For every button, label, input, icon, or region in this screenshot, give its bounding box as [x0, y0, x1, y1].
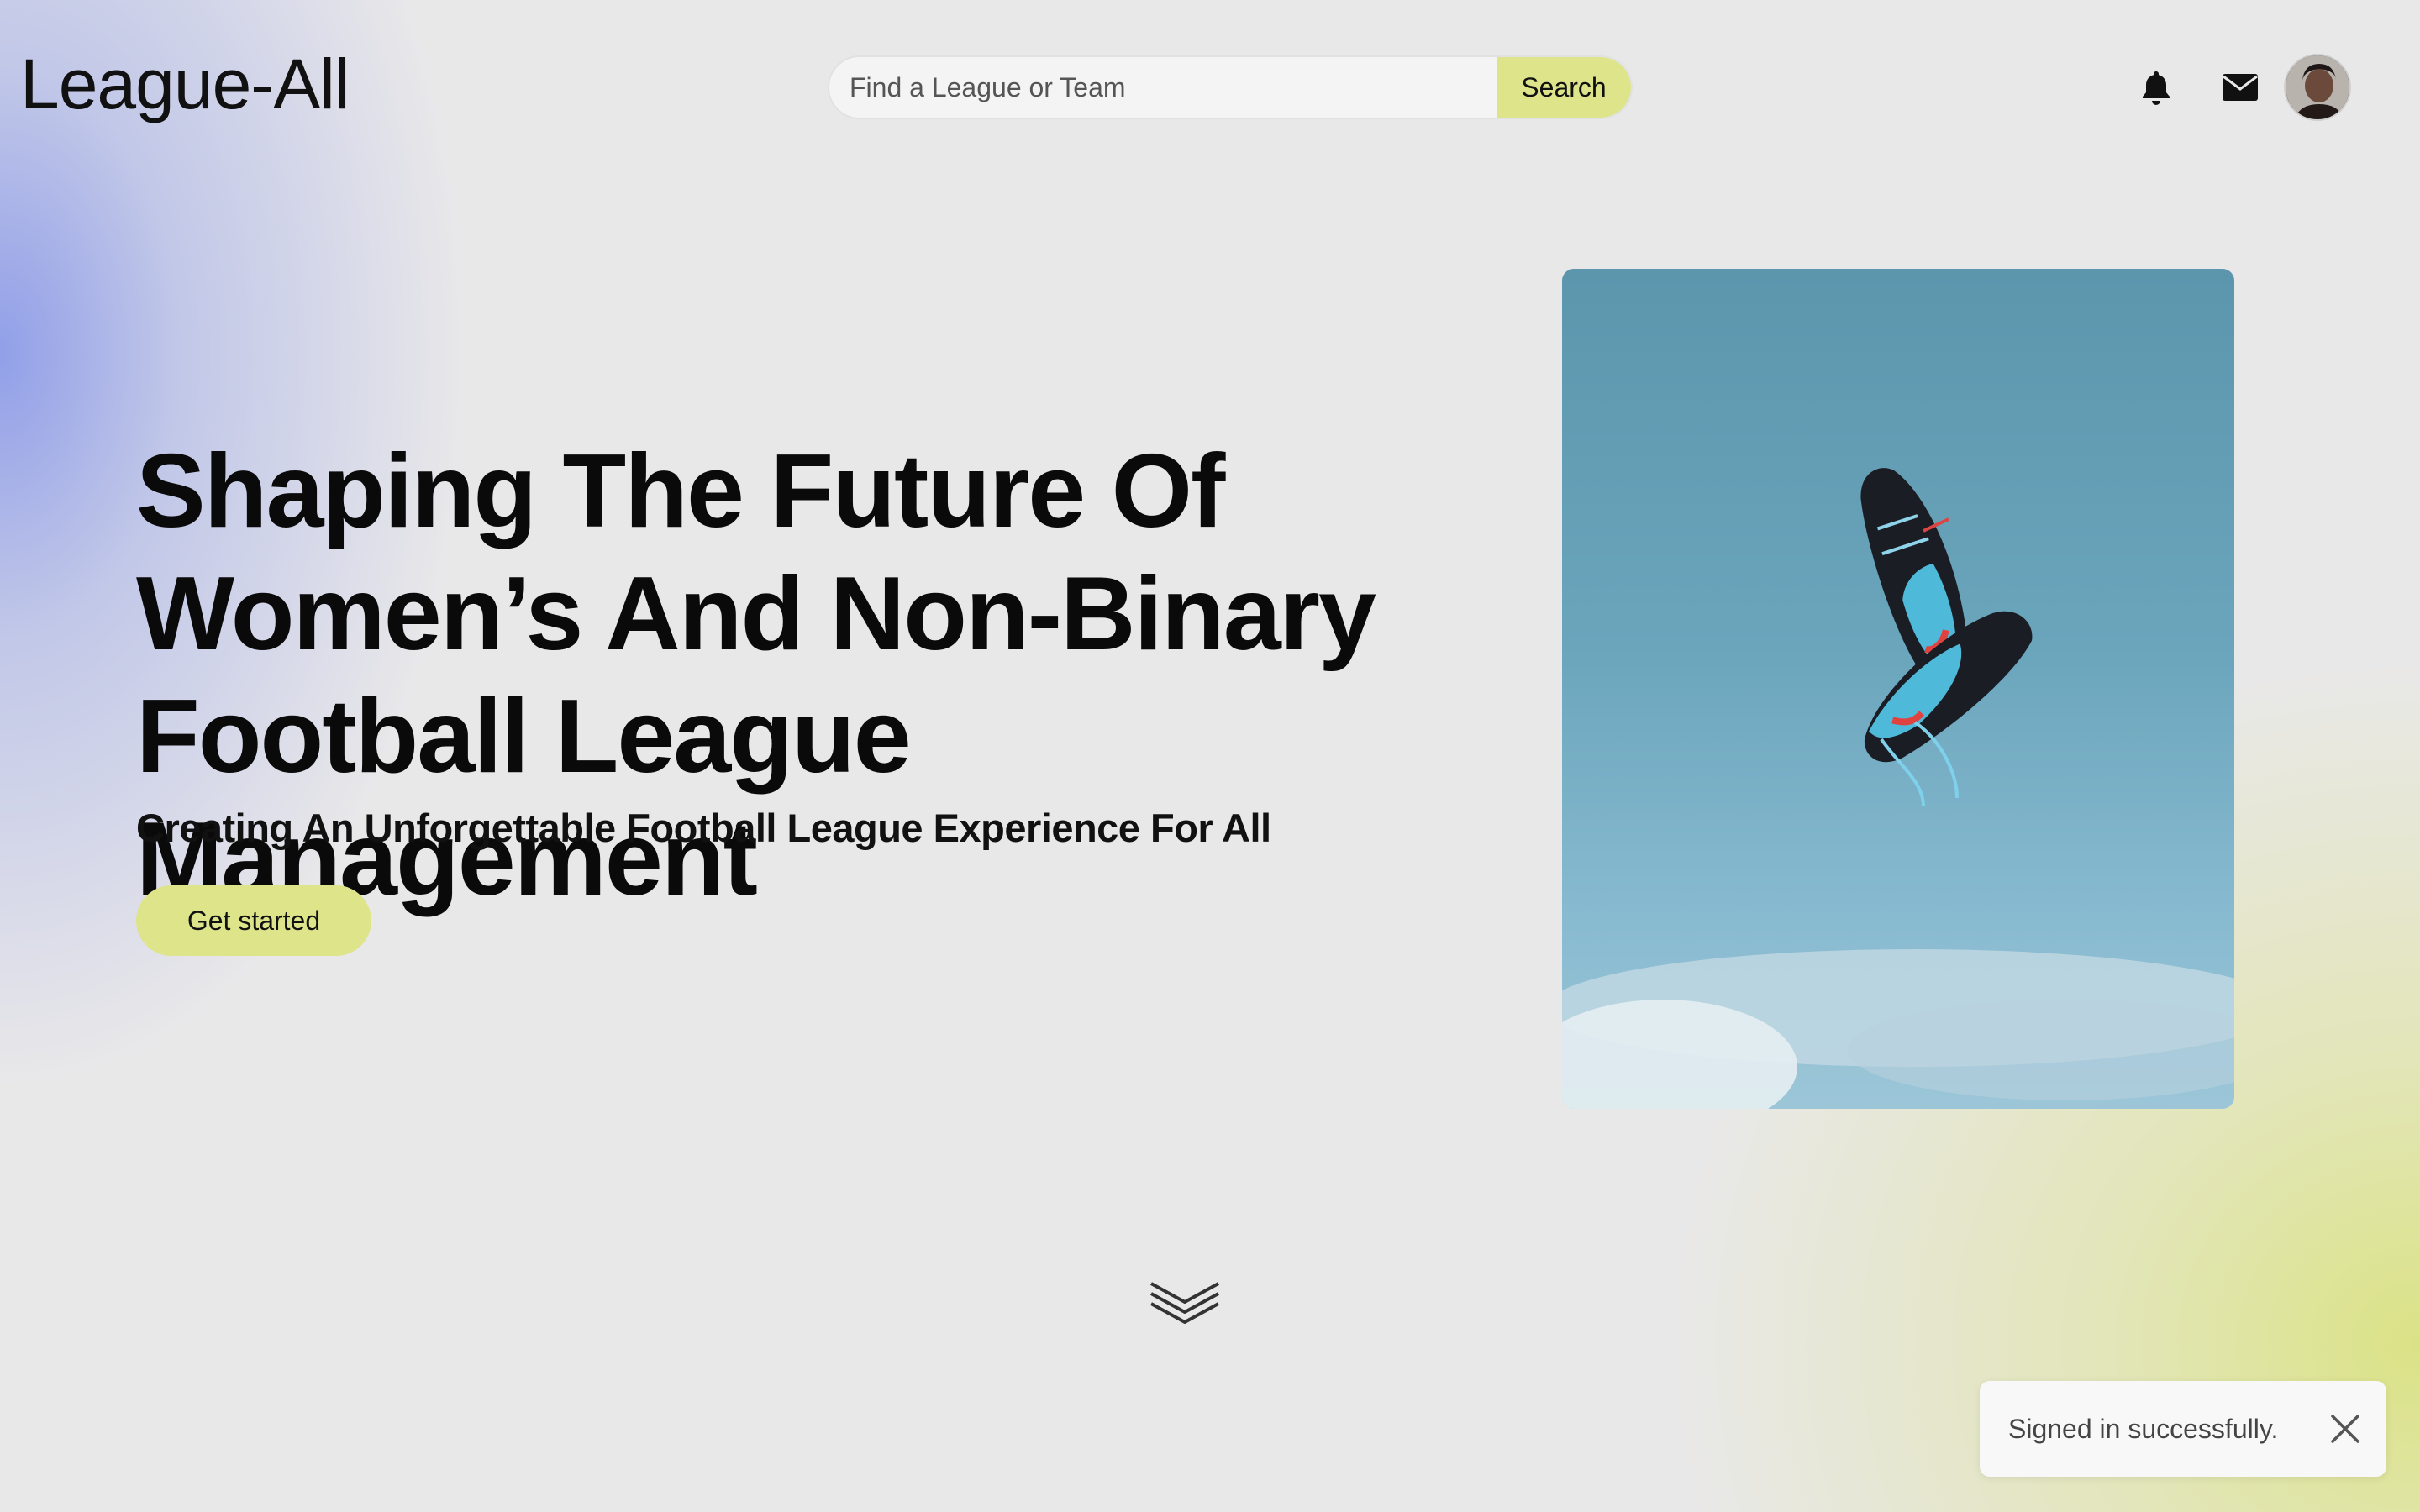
get-started-button[interactable]: Get started	[136, 885, 371, 956]
bell-icon[interactable]	[2134, 66, 2178, 109]
search-button[interactable]: Search	[1497, 57, 1631, 118]
close-icon[interactable]	[2329, 1413, 2361, 1445]
search-bar: Search	[828, 55, 1633, 119]
avatar[interactable]	[2284, 54, 2351, 121]
hero-title-line: Shaping The Future Of	[136, 433, 1225, 549]
logo[interactable]: League-All	[20, 44, 350, 125]
hero-image-football-boots	[1562, 269, 2234, 1109]
hero-title-line: Football League Management	[136, 679, 912, 917]
search-input[interactable]	[829, 57, 1497, 118]
double-chevron-down-icon[interactable]	[1148, 1277, 1222, 1331]
mail-icon[interactable]	[2218, 66, 2262, 109]
hero-subtitle: Creating An Unforgettable Football Leagu…	[136, 806, 1271, 850]
toast-notification: Signed in successfully.	[1980, 1381, 2386, 1477]
hero-title-line: Women’s And Non-Binary	[136, 556, 1376, 672]
toast-message: Signed in successfully.	[2008, 1413, 2279, 1444]
